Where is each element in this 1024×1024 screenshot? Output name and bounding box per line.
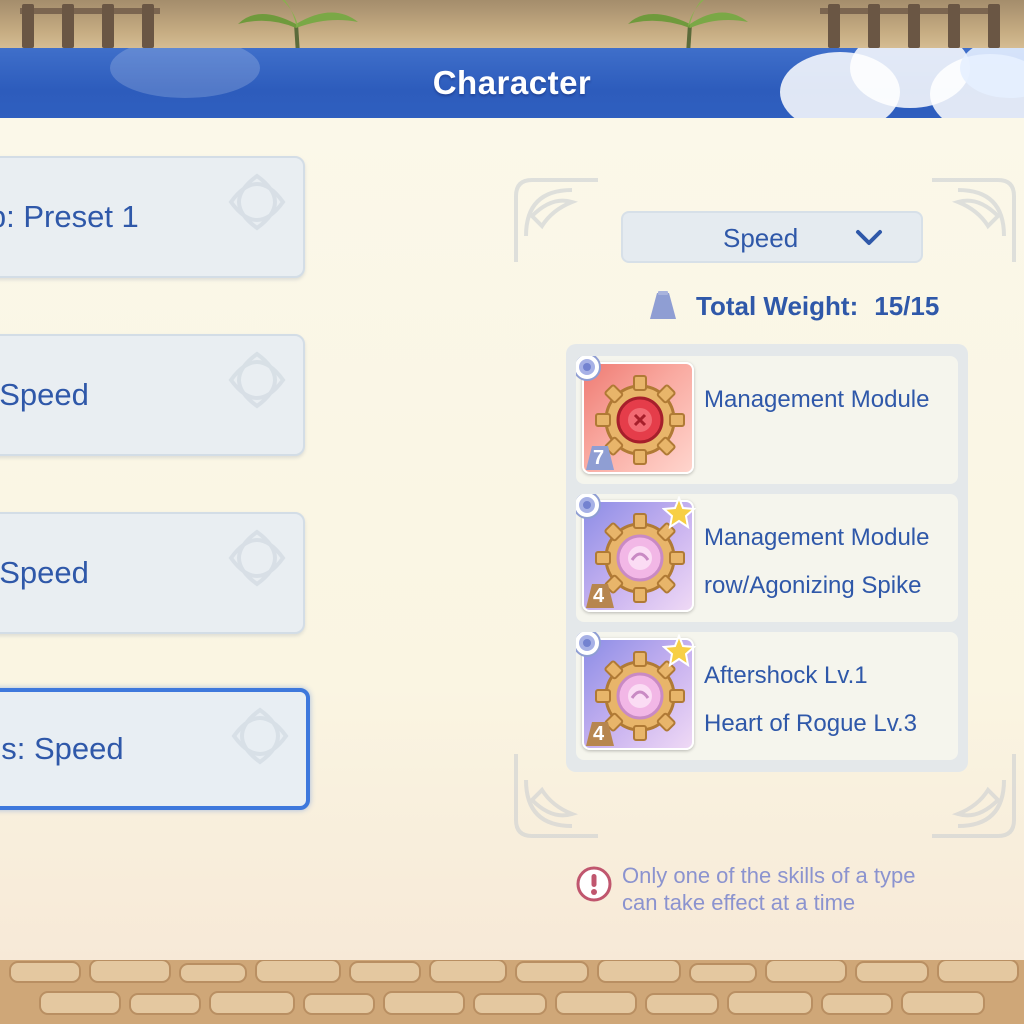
blue-flower-badge-icon bbox=[576, 356, 601, 381]
module-level: 7 bbox=[593, 447, 605, 469]
module-card-2[interactable]: 4 Management Module row/Agonizing Spike bbox=[576, 494, 958, 622]
preset-item-4-selected[interactable]: us: Speed bbox=[0, 688, 310, 810]
preset-item-3[interactable]: : Speed bbox=[0, 512, 305, 634]
module-card-1[interactable]: 7 Management Module bbox=[576, 356, 958, 484]
palm-plant-icon bbox=[238, 0, 358, 54]
star-icon bbox=[662, 634, 696, 668]
chevron-down-icon bbox=[856, 230, 882, 245]
preset-label: us: Speed bbox=[0, 731, 124, 766]
palm-plant-icon-2 bbox=[628, 0, 748, 54]
weight-icon bbox=[650, 291, 676, 319]
module-level-badge: 7 bbox=[586, 446, 614, 470]
ornament-corner-icon bbox=[932, 178, 1016, 262]
module-name-line: Management Module bbox=[704, 386, 930, 413]
preset-label: : Speed bbox=[0, 555, 89, 590]
celtic-knot-icon bbox=[228, 351, 286, 409]
notice-line-2: can take effect at a time bbox=[622, 890, 856, 915]
total-weight-label: Total Weight: bbox=[696, 290, 859, 321]
skill-type-notice: Only one of the skills of a type can tak… bbox=[576, 862, 916, 916]
module-level-badge: 4 bbox=[586, 722, 614, 746]
preset-label: : Speed bbox=[0, 377, 89, 412]
ornament-corner-icon bbox=[514, 178, 598, 262]
module-skill-line: Heart of Rogue Lv.3 bbox=[704, 710, 918, 737]
preset-label: ip: Preset 1 bbox=[0, 199, 139, 234]
blue-flower-badge-icon bbox=[576, 494, 601, 519]
celtic-knot-icon bbox=[228, 529, 286, 587]
module-skill-line: row/Agonizing Spike bbox=[704, 572, 922, 599]
total-weight: Total Weight: 15/15 bbox=[646, 288, 939, 324]
star-icon bbox=[662, 496, 696, 530]
title-bar: Character bbox=[0, 48, 1024, 118]
total-weight-value: 15/15 bbox=[874, 290, 940, 321]
module-skill-line: Aftershock Lv.1 bbox=[704, 662, 868, 689]
module-level-badge: 4 bbox=[586, 584, 614, 608]
page-title: Character bbox=[432, 64, 592, 101]
module-level: 4 bbox=[593, 585, 605, 607]
background-cobblestone bbox=[0, 950, 1024, 1024]
filter-selected-value: Speed bbox=[723, 223, 799, 253]
preset-item-1[interactable]: ip: Preset 1 bbox=[0, 156, 305, 278]
exclamation-icon bbox=[576, 866, 612, 902]
blue-flower-badge-icon bbox=[576, 632, 601, 657]
celtic-knot-icon bbox=[231, 707, 289, 765]
module-name-line: Management Module bbox=[704, 524, 930, 551]
notice-line-1: Only one of the skills of a type bbox=[622, 863, 916, 888]
filter-dropdown[interactable]: Speed bbox=[621, 211, 923, 263]
preset-item-2[interactable]: : Speed bbox=[0, 334, 305, 456]
module-level: 4 bbox=[593, 723, 605, 745]
celtic-knot-icon bbox=[228, 173, 286, 231]
module-card-3[interactable]: 4 Aftershock Lv.1 Heart of Rogue Lv.3 bbox=[576, 632, 958, 760]
